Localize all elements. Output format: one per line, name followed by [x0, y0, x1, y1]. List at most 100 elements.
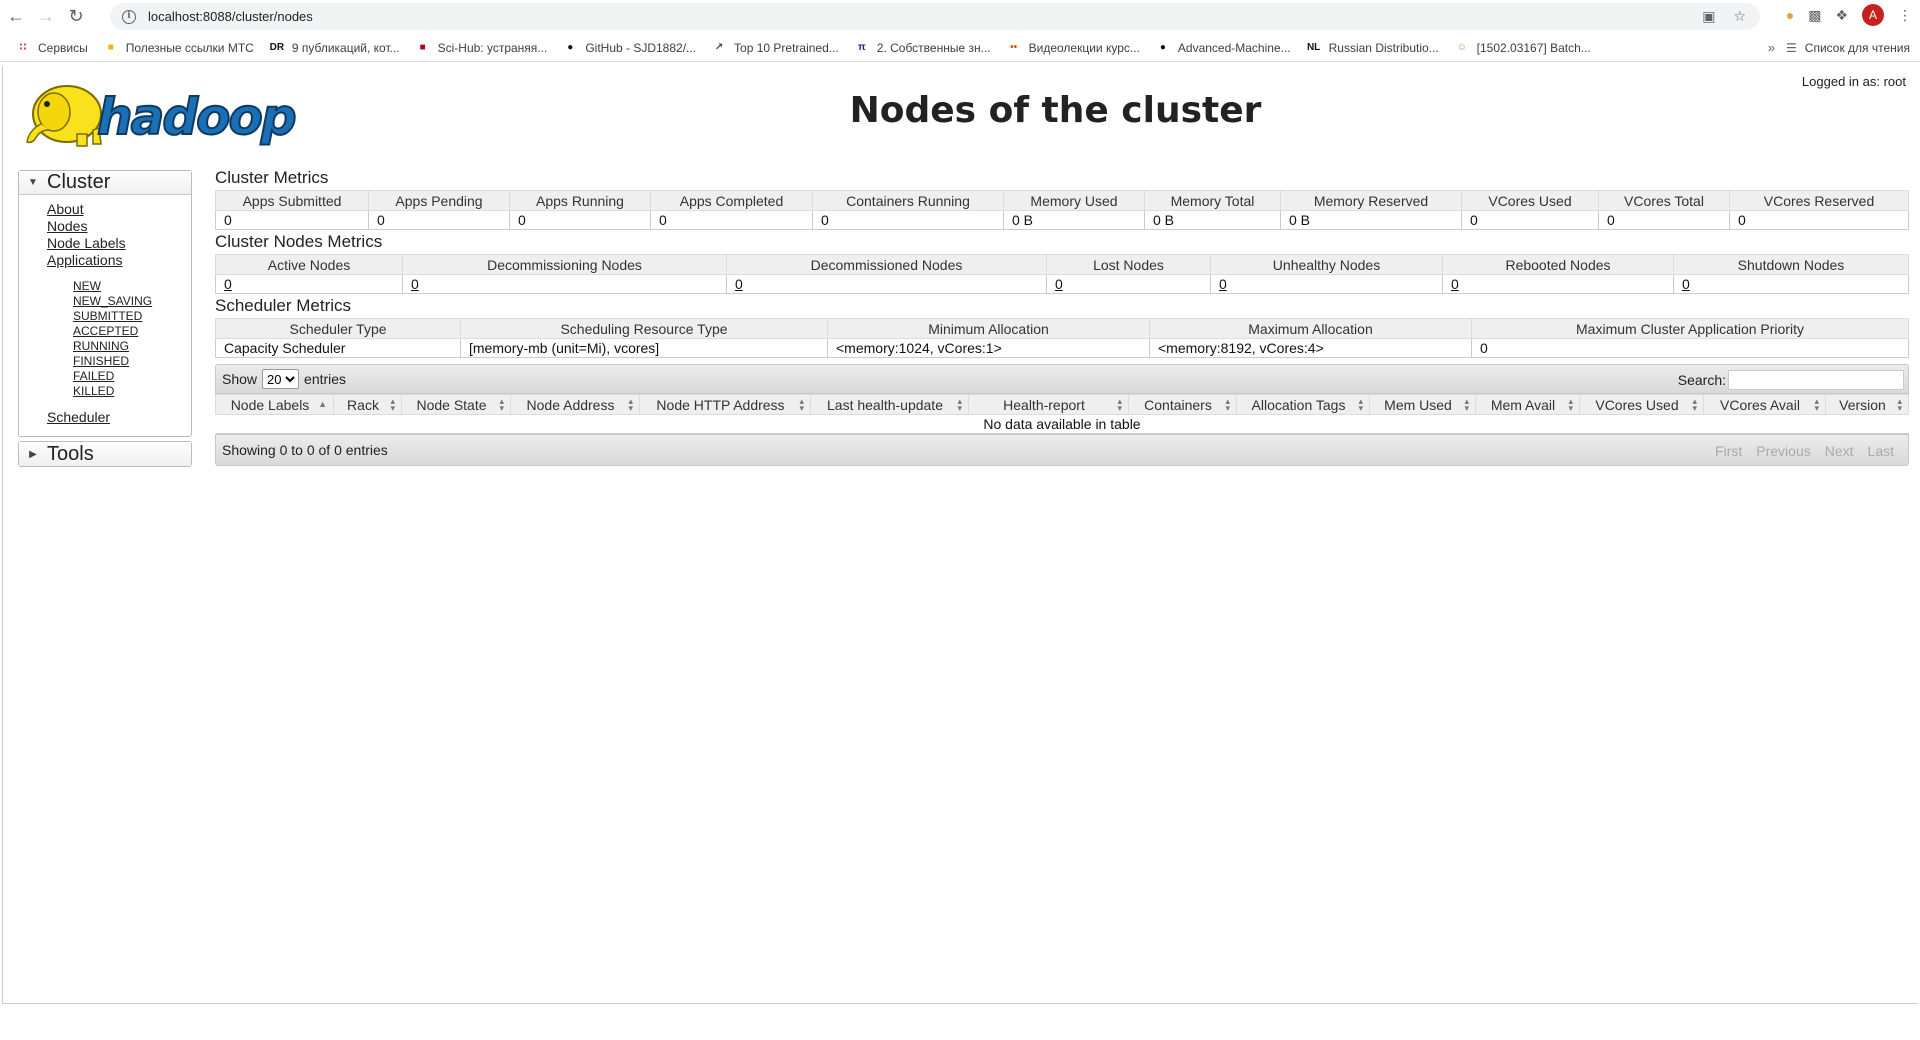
sortable-header-rack[interactable]: Rack ▴ ▾: [333, 394, 402, 415]
column-header-memory-reserved: Memory Reserved: [1280, 190, 1462, 211]
reload-icon[interactable]: ↻: [62, 2, 90, 30]
metric-cell-memory-reserved: 0 B: [1280, 210, 1462, 230]
avatar[interactable]: A: [1862, 4, 1884, 26]
extension-icon[interactable]: ●: [1786, 7, 1794, 23]
bookmark-item[interactable]: ☺ [1502.03167] Batch...: [1455, 41, 1591, 55]
page-size-select[interactable]: 20: [262, 369, 300, 389]
info-icon[interactable]: i: [122, 9, 136, 24]
sortable-header-health-report[interactable]: Health-report ▴ ▾: [968, 394, 1129, 415]
bookmark-label: Russian Distributio...: [1328, 40, 1439, 55]
bookmark-label: 9 публикаций, кот...: [291, 40, 400, 55]
nav-link-app-submitted[interactable]: SUBMITTED: [19, 309, 191, 324]
metric-link[interactable]: 0: [1219, 276, 1227, 292]
metric-link[interactable]: 0: [1451, 276, 1459, 292]
address-bar[interactable]: i localhost:8088/cluster/nodes ▣ ☆: [110, 3, 1760, 30]
nav-link-app-finished[interactable]: FINISHED: [19, 354, 191, 369]
bookmark-item[interactable]: ● GitHub - SJD1882/...: [563, 41, 696, 55]
bookmark-item[interactable]: π 2. Собственные зн...: [855, 41, 991, 55]
nav-link-nodes[interactable]: Nodes: [19, 218, 191, 235]
sortable-header-mem-used[interactable]: Mem Used ▴ ▾: [1369, 394, 1476, 415]
metric-link[interactable]: 0: [1682, 276, 1690, 292]
sort-both-icon: ▴ ▾: [628, 396, 633, 413]
pager-next-button[interactable]: Next: [1825, 443, 1854, 459]
sortable-header-node-http-address[interactable]: Node HTTP Address ▴ ▾: [639, 394, 811, 415]
search-input[interactable]: [1728, 370, 1904, 390]
nav-link-app-accepted[interactable]: ACCEPTED: [19, 324, 191, 339]
pager-first-button[interactable]: First: [1715, 443, 1742, 459]
nav-link-app-new-saving[interactable]: NEW_SAVING: [19, 294, 191, 309]
column-header-apps-completed: Apps Completed: [650, 190, 813, 211]
puzzle-icon[interactable]: ❖: [1835, 7, 1848, 24]
metric-cell-maximum-allocation: <memory:8192, vCores:4>: [1149, 338, 1472, 358]
bookmark-star-icon[interactable]: ☆: [1733, 8, 1746, 25]
reading-list[interactable]: ☰ Список для чтения: [1786, 41, 1910, 55]
sort-both-icon: ▴ ▾: [499, 396, 504, 413]
empty-table-message: No data available in table: [215, 414, 1909, 434]
sortable-header-node-state[interactable]: Node State ▴ ▾: [401, 394, 511, 415]
sidebar: ▼ Cluster About Nodes Node Labels Applic…: [18, 170, 192, 471]
bookmark-item[interactable]: ■ Sci-Hub: устраняя...: [416, 41, 548, 55]
pager-previous-button[interactable]: Previous: [1756, 443, 1810, 459]
back-arrow-icon[interactable]: ←: [2, 2, 30, 30]
nav-link-node-labels[interactable]: Node Labels: [19, 235, 191, 252]
translate-icon[interactable]: ▣: [1702, 8, 1715, 25]
bookmark-item[interactable]: •• Видеолекции курс...: [1007, 41, 1140, 55]
extension-icon[interactable]: ▩: [1808, 7, 1821, 24]
forward-arrow-icon[interactable]: →: [32, 2, 60, 30]
bookmark-item[interactable]: ↗ Top 10 Pretrained...: [712, 41, 839, 55]
nav-link-app-new[interactable]: NEW: [19, 279, 191, 294]
bookmark-item[interactable]: ∷ Сервисы: [16, 41, 88, 55]
bookmark-item[interactable]: NL Russian Distributio...: [1307, 41, 1439, 55]
sortable-header-node-address[interactable]: Node Address ▴ ▾: [510, 394, 640, 415]
metric-link[interactable]: 0: [411, 276, 419, 292]
column-header-shutdown-nodes: Shutdown Nodes: [1673, 254, 1909, 275]
folder-icon: ■: [107, 42, 114, 53]
nav-link-app-running[interactable]: RUNNING: [19, 339, 191, 354]
nav-link-app-failed[interactable]: FAILED: [19, 369, 191, 384]
github-icon: ●: [567, 42, 574, 53]
menu-kebab-icon[interactable]: ⋮: [1898, 7, 1912, 24]
triangle-down-icon: ▼: [28, 177, 38, 188]
metric-cell-apps-completed: 0: [650, 210, 813, 230]
bookmark-item[interactable]: DR 9 публикаций, кот...: [270, 41, 400, 55]
sortable-header-containers[interactable]: Containers ▴ ▾: [1128, 394, 1237, 415]
nav-link-applications[interactable]: Applications: [19, 252, 191, 269]
tools-menu: ▶ Tools: [18, 441, 192, 467]
bookmark-label: Top 10 Pretrained...: [734, 40, 839, 55]
metric-cell-active-nodes: 0: [215, 274, 403, 294]
cluster-menu-header[interactable]: ▼ Cluster: [19, 171, 191, 195]
column-header-maximum-allocation: Maximum Allocation: [1149, 318, 1472, 339]
node-metrics-table: Active Nodes Decommissioning Nodes Decommi…: [215, 254, 1909, 294]
bookmark-item[interactable]: ■ Полезные ссылки МТС: [104, 41, 254, 55]
sortable-header-vcores-avail[interactable]: VCores Avail ▴ ▾: [1703, 394, 1826, 415]
tools-menu-header[interactable]: ▶ Tools: [19, 442, 191, 466]
sortable-header-node-labels[interactable]: Node Labels ▲: [215, 394, 334, 415]
metric-cell-lost-nodes: 0: [1046, 274, 1211, 294]
cluster-menu: ▼ Cluster About Nodes Node Labels Applic…: [18, 170, 192, 437]
column-header-scheduling-resource-type: Scheduling Resource Type: [460, 318, 828, 339]
bookmark-item[interactable]: ● Advanced-Machine...: [1156, 41, 1291, 55]
column-header-decommissioning-nodes: Decommissioning Nodes: [402, 254, 727, 275]
metric-link[interactable]: 0: [1055, 276, 1063, 292]
column-header-vcores-used: VCores Used: [1461, 190, 1599, 211]
page-frame: hadoop Nodes of the cluster Logged in as…: [2, 66, 1918, 1004]
column-header-decommissioned-nodes: Decommissioned Nodes: [726, 254, 1047, 275]
sortable-header-allocation-tags[interactable]: Allocation Tags ▴ ▾: [1236, 394, 1370, 415]
pager-last-button[interactable]: Last: [1868, 443, 1894, 459]
sort-both-icon: ▴ ▾: [1692, 396, 1697, 413]
nav-link-app-killed[interactable]: KILLED: [19, 384, 191, 399]
nav-link-about[interactable]: About: [19, 201, 191, 218]
sortable-header-last-health-update[interactable]: Last health-update ▴ ▾: [810, 394, 969, 415]
metric-cell-vcores-reserved: 0: [1729, 210, 1909, 230]
metric-link[interactable]: 0: [224, 276, 232, 292]
sortable-header-mem-avail[interactable]: Mem Avail ▴ ▾: [1475, 394, 1580, 415]
nav-link-scheduler[interactable]: Scheduler: [19, 409, 191, 426]
chevron-double-right-icon[interactable]: »: [1768, 40, 1775, 55]
scheduler-metrics-title: Scheduler Metrics: [215, 296, 352, 315]
nodes-table-footer: Showing 0 to 0 of 0 entries First Previou…: [215, 434, 1909, 466]
bookmark-label: [1502.03167] Batch...: [1476, 40, 1591, 55]
sortable-header-vcores-used[interactable]: VCores Used ▴ ▾: [1579, 394, 1704, 415]
url-text[interactable]: localhost:8088/cluster/nodes: [148, 9, 313, 24]
sortable-header-version[interactable]: Version ▴ ▾: [1825, 394, 1909, 415]
metric-link[interactable]: 0: [735, 276, 743, 292]
